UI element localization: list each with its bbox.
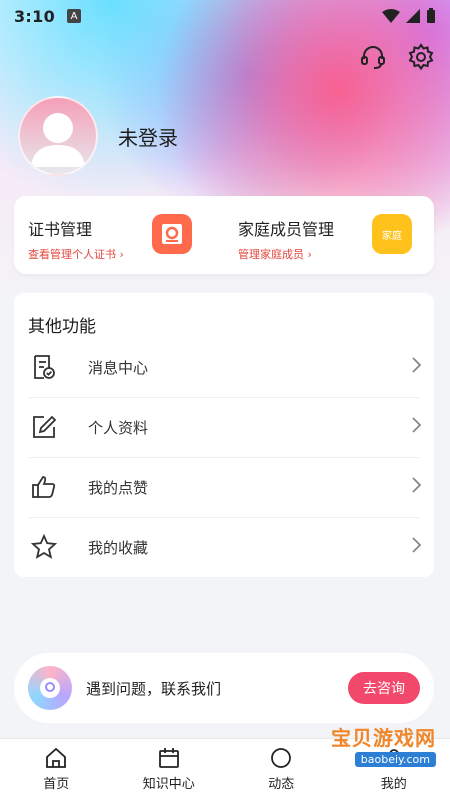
contact-bar: 遇到问题，联系我们 去咨询 <box>14 653 434 723</box>
contact-text: 遇到问题，联系我们 <box>86 679 222 698</box>
watermark: 宝贝游戏网 baobeiy.com <box>316 722 436 782</box>
chevron-right-icon <box>410 536 422 558</box>
dynamic-icon <box>271 748 292 768</box>
login-status-label[interactable]: 未登录 <box>118 122 178 151</box>
edit-icon <box>30 413 58 441</box>
user-avatar-icon <box>31 113 85 167</box>
other-functions-card: 其他功能 消息中心 个人资料 我的点赞 我的收藏 <box>14 293 434 577</box>
chevron-right-icon <box>410 476 422 498</box>
avatar[interactable] <box>18 96 98 176</box>
menu-label: 消息中心 <box>88 358 149 377</box>
certificate-subtitle[interactable]: 查看管理个人证书 › <box>28 246 224 262</box>
menu-label: 我的点赞 <box>88 478 149 497</box>
family-badge: 家庭 <box>382 230 402 242</box>
menu-item-favorites[interactable]: 我的收藏 <box>14 517 434 577</box>
tab-home[interactable]: 首页 <box>0 739 113 800</box>
family-icon: 家庭 <box>372 214 412 254</box>
chevron-right-icon <box>410 416 422 438</box>
tab-label: 首页 <box>43 777 70 792</box>
notification-icon: A <box>67 9 81 23</box>
star-icon <box>30 533 58 561</box>
menu-item-profile[interactable]: 个人资料 <box>14 397 434 457</box>
certificate-icon <box>152 214 192 254</box>
profile-section[interactable]: 未登录 <box>18 96 178 176</box>
menu-item-likes[interactable]: 我的点赞 <box>14 457 434 517</box>
menu-item-messages[interactable]: 消息中心 <box>14 337 434 397</box>
home-icon <box>46 747 67 768</box>
chevron-right-icon <box>410 356 422 378</box>
wifi-icon <box>382 9 400 23</box>
section-title: 其他功能 <box>28 317 96 337</box>
status-time: 3:10 <box>14 6 55 26</box>
thumbs-up-icon <box>30 473 58 501</box>
top-actions <box>358 42 436 72</box>
tab-knowledge[interactable]: 知识中心 <box>113 739 226 800</box>
calendar-icon <box>158 748 179 768</box>
settings-icon[interactable] <box>406 42 436 72</box>
function-menu: 消息中心 个人资料 我的点赞 我的收藏 <box>14 337 434 577</box>
service-avatar-icon <box>28 666 72 710</box>
watermark-url: baobeiy.com <box>354 752 436 767</box>
message-doc-icon <box>30 353 58 381</box>
menu-label: 我的收藏 <box>88 538 149 557</box>
certificate-management[interactable]: 证书管理 查看管理个人证书 › <box>14 196 224 274</box>
management-card: 证书管理 查看管理个人证书 › 家庭成员管理 管理家庭成员 › 家庭 <box>14 196 434 274</box>
certificate-title: 证书管理 <box>28 220 93 239</box>
signal-icon <box>406 9 420 23</box>
customer-service-icon[interactable] <box>358 42 388 72</box>
tab-label: 知识中心 <box>142 777 195 792</box>
family-management[interactable]: 家庭成员管理 管理家庭成员 › 家庭 <box>224 196 434 274</box>
status-bar: 3:10 A <box>0 0 450 32</box>
tab-label: 动态 <box>268 777 295 792</box>
watermark-title: 宝贝游戏网 <box>331 726 436 750</box>
menu-label: 个人资料 <box>88 418 149 437</box>
battery-icon <box>427 8 435 23</box>
consult-button[interactable]: 去咨询 <box>348 672 420 704</box>
